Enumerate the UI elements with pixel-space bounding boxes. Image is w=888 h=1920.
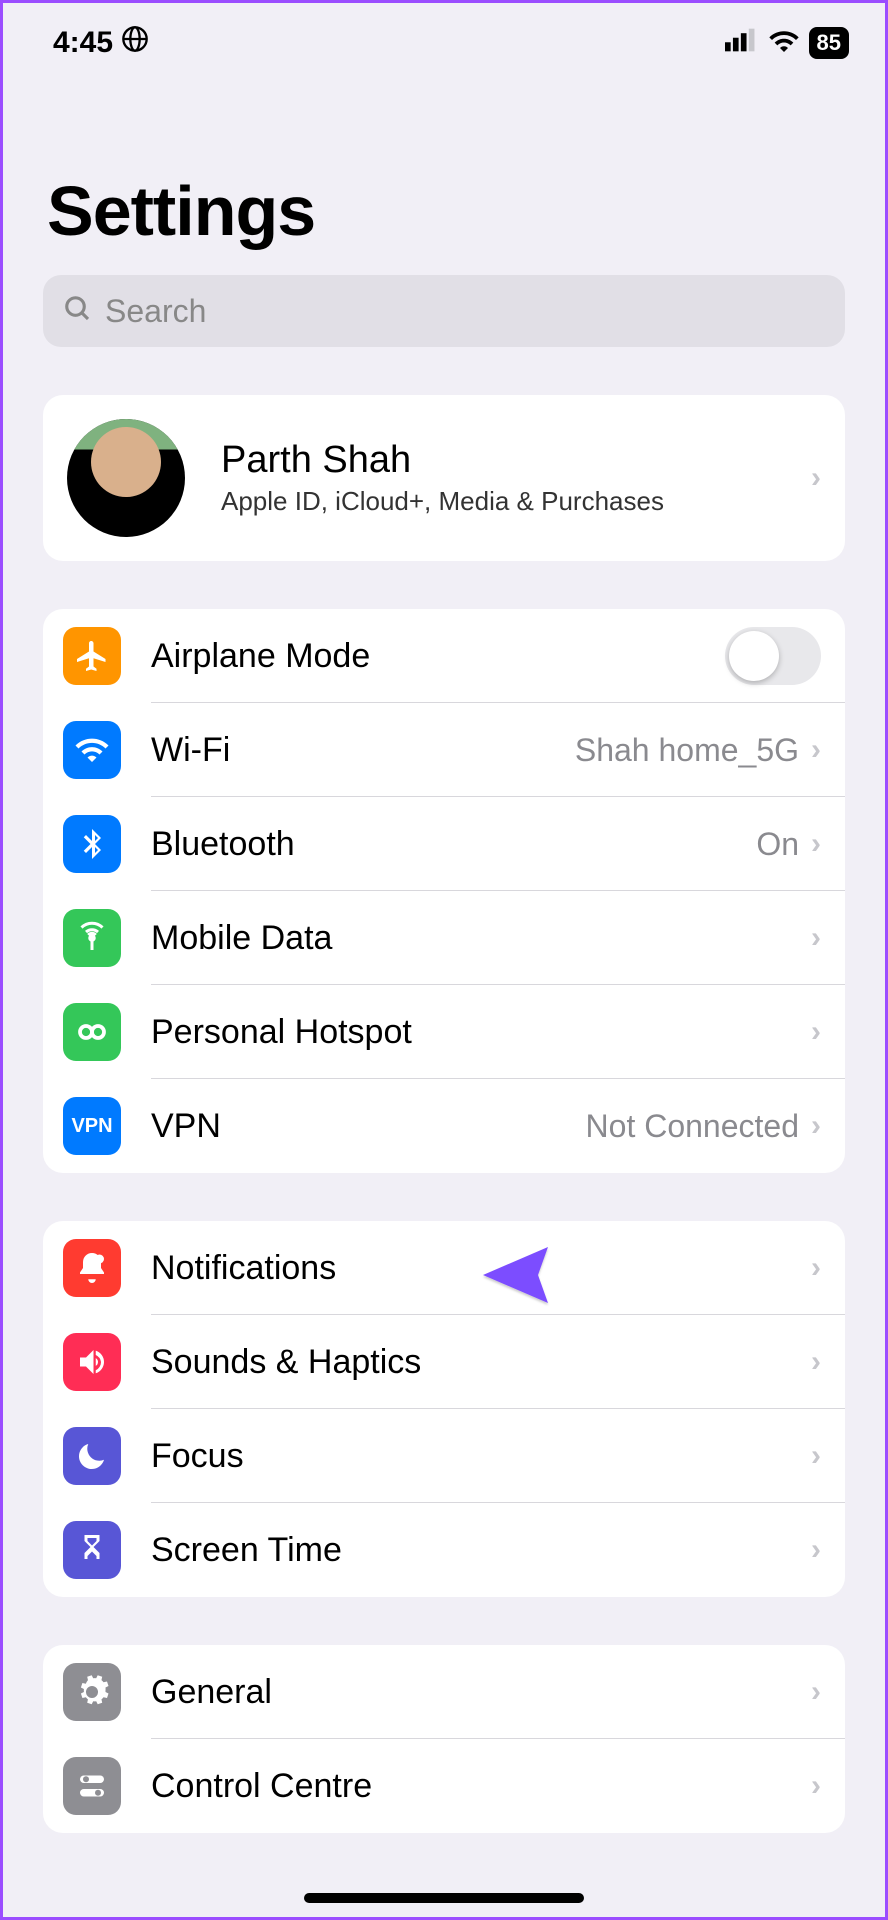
gear-icon	[63, 1663, 121, 1721]
account-subtitle: Apple ID, iCloud+, Media & Purchases	[221, 486, 811, 517]
vpn-row[interactable]: VPN VPN Not Connected ›	[43, 1079, 845, 1173]
chevron-right-icon: ›	[811, 1109, 821, 1143]
search-input[interactable]	[105, 293, 825, 330]
hotspot-icon	[63, 1003, 121, 1061]
wifi-row[interactable]: Wi-Fi Shah home_5G ›	[43, 703, 845, 797]
notifications-row[interactable]: Notifications ›	[43, 1221, 845, 1315]
bell-icon	[63, 1239, 121, 1297]
battery-indicator: 85	[809, 27, 849, 59]
account-name: Parth Shah	[221, 439, 811, 482]
avatar	[67, 419, 185, 537]
focus-label: Focus	[151, 1437, 811, 1476]
toggles-icon	[63, 1757, 121, 1815]
speaker-icon	[63, 1333, 121, 1391]
globe-icon	[121, 25, 149, 61]
status-time: 4:45	[53, 26, 113, 60]
vpn-icon: VPN	[63, 1097, 121, 1155]
control-centre-label: Control Centre	[151, 1767, 811, 1806]
screen-time-label: Screen Time	[151, 1531, 811, 1570]
notifications-label: Notifications	[151, 1249, 811, 1288]
hotspot-label: Personal Hotspot	[151, 1013, 811, 1052]
general-label: General	[151, 1673, 811, 1712]
apple-id-row[interactable]: Parth Shah Apple ID, iCloud+, Media & Pu…	[43, 395, 845, 561]
vpn-label: VPN	[151, 1107, 586, 1146]
focus-row[interactable]: Focus ›	[43, 1409, 845, 1503]
control-centre-row[interactable]: Control Centre ›	[43, 1739, 845, 1833]
page-title: Settings	[3, 71, 885, 275]
chevron-right-icon: ›	[811, 1769, 821, 1803]
wifi-label: Wi-Fi	[151, 731, 575, 770]
bluetooth-row[interactable]: Bluetooth On ›	[43, 797, 845, 891]
header: Settings	[3, 71, 885, 275]
airplane-icon	[63, 627, 121, 685]
chevron-right-icon: ›	[811, 461, 821, 495]
chevron-right-icon: ›	[811, 827, 821, 861]
chevron-right-icon: ›	[811, 921, 821, 955]
mobile-data-row[interactable]: Mobile Data ›	[43, 891, 845, 985]
hourglass-icon	[63, 1521, 121, 1579]
antenna-icon	[63, 909, 121, 967]
mobile-data-label: Mobile Data	[151, 919, 811, 958]
search-icon	[63, 294, 93, 329]
sounds-row[interactable]: Sounds & Haptics ›	[43, 1315, 845, 1409]
airplane-mode-label: Airplane Mode	[151, 637, 725, 676]
chevron-right-icon: ›	[811, 733, 821, 767]
chevron-right-icon: ›	[811, 1015, 821, 1049]
airplane-mode-toggle[interactable]	[725, 627, 821, 685]
status-bar: 4:45 85	[3, 3, 885, 71]
wifi-row-icon	[63, 721, 121, 779]
bluetooth-label: Bluetooth	[151, 825, 756, 864]
vpn-value: Not Connected	[586, 1108, 799, 1145]
chevron-right-icon: ›	[811, 1675, 821, 1709]
airplane-mode-row[interactable]: Airplane Mode	[43, 609, 845, 703]
chevron-right-icon: ›	[811, 1439, 821, 1473]
chevron-right-icon: ›	[811, 1533, 821, 1567]
home-indicator[interactable]	[304, 1893, 584, 1903]
wifi-icon	[768, 26, 800, 60]
chevron-right-icon: ›	[811, 1345, 821, 1379]
chevron-right-icon: ›	[811, 1251, 821, 1285]
moon-icon	[63, 1427, 121, 1485]
sounds-label: Sounds & Haptics	[151, 1343, 811, 1382]
screen-time-row[interactable]: Screen Time ›	[43, 1503, 845, 1597]
wifi-value: Shah home_5G	[575, 732, 799, 769]
bluetooth-value: On	[756, 826, 799, 863]
signal-icon	[725, 26, 759, 60]
search-field[interactable]	[43, 275, 845, 347]
general-row[interactable]: General ›	[43, 1645, 845, 1739]
hotspot-row[interactable]: Personal Hotspot ›	[43, 985, 845, 1079]
bluetooth-icon	[63, 815, 121, 873]
